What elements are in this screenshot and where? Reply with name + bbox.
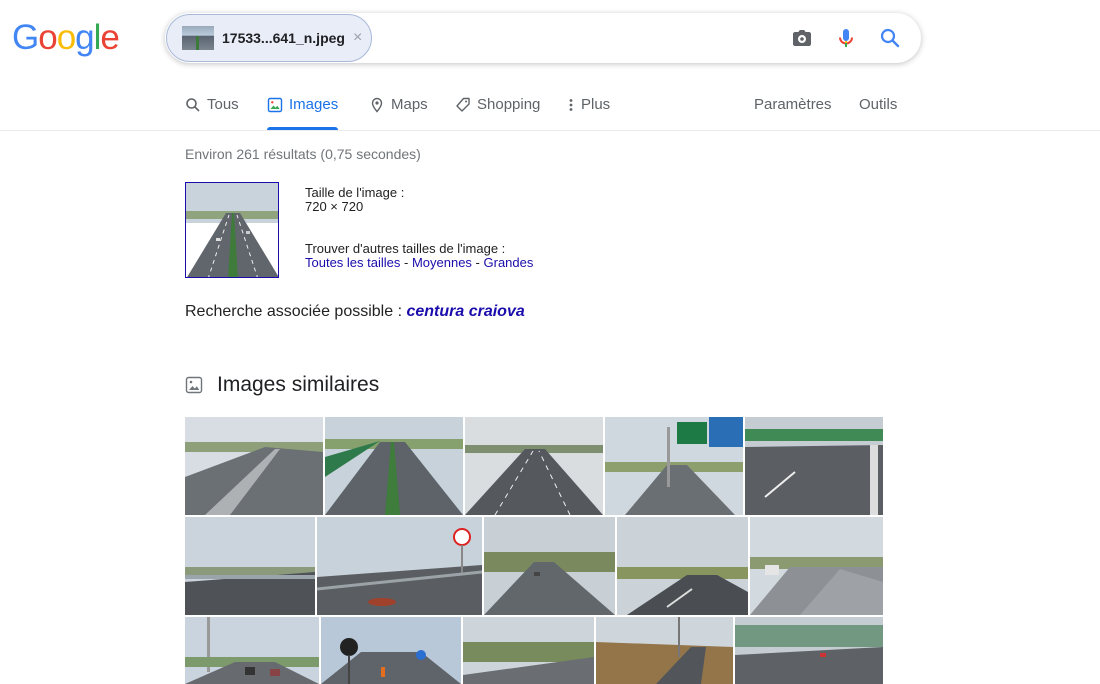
related-label: Recherche associée possible : [185,303,403,320]
logo-letter: e [100,18,119,57]
image-size-info: Taille de l'image : 720 × 720 [305,186,404,214]
similar-image[interactable] [321,617,461,684]
related-query-link[interactable]: centura craiova [406,303,524,320]
tab-all[interactable]: Tous [185,96,239,130]
large-sizes-link[interactable]: Grandes [484,255,534,270]
related-search: Recherche associée possible : centura cr… [185,303,525,321]
search-tabs: Tous Images Maps Shopping Plus Paramètre… [0,88,1100,131]
similar-image[interactable] [617,517,748,615]
search-box[interactable]: 17533...641_n.jpeg × [165,13,921,63]
similar-image[interactable] [596,617,733,684]
image-icon [267,97,283,113]
logo-letter: g [75,18,94,57]
map-pin-icon [371,97,383,113]
similar-image[interactable] [185,417,323,515]
size-links: Toutes les tailles - Moyennes - Grandes [305,256,533,270]
tab-maps[interactable]: Maps [369,96,428,130]
similar-image[interactable] [750,517,883,615]
tab-label: Images [289,96,339,113]
similar-images-title: Images similaires [217,373,380,396]
search-icon[interactable] [878,26,902,50]
logo-letter: l [93,18,102,57]
tab-shopping[interactable]: Shopping [455,96,540,130]
similar-image[interactable] [185,617,319,684]
tab-images[interactable]: Images [267,96,339,130]
logo-letter: o [38,18,57,57]
original-image-thumbnail[interactable] [185,182,279,278]
chip-thumbnail [182,26,214,50]
mic-icon[interactable] [834,26,858,50]
tools-link[interactable]: Outils [859,96,897,113]
similar-image[interactable] [317,517,482,615]
more-vert-icon [569,99,573,111]
similar-image[interactable] [735,617,883,684]
similar-image[interactable] [465,417,603,515]
similar-image[interactable] [185,517,315,615]
separator: - [400,255,412,270]
similar-image[interactable] [745,417,883,515]
chip-filename: 17533...641_n.jpeg [222,30,345,46]
settings-link[interactable]: Paramètres [754,96,832,113]
tab-label: Plus [581,96,611,113]
search-icon [186,98,200,112]
similar-images-header[interactable]: Images similaires [185,373,379,397]
tab-label: Maps [391,96,428,113]
all-sizes-link[interactable]: Toutes les tailles [305,255,400,270]
google-logo[interactable]: Google [12,18,120,58]
tag-icon [456,97,470,112]
medium-sizes-link[interactable]: Moyennes [412,255,472,270]
tab-more[interactable]: Plus [567,96,610,130]
tab-label: Tous [207,96,239,113]
similar-image[interactable] [484,517,615,615]
similar-image[interactable] [605,417,743,515]
similar-image[interactable] [463,617,594,684]
other-sizes-label: Trouver d'autres tailles de l'image : [305,241,506,256]
search-image-chip[interactable]: 17533...641_n.jpeg × [166,14,372,62]
tab-label: Shopping [477,96,541,113]
image-icon [185,376,203,394]
similar-image[interactable] [325,417,463,515]
size-label: Taille de l'image : [305,185,405,200]
other-sizes-info: Trouver d'autres tailles de l'image : To… [305,242,533,270]
result-stats: Environ 261 résultats (0,75 secondes) [185,146,421,162]
close-icon[interactable]: × [353,29,362,47]
logo-letter: o [56,18,76,57]
camera-icon[interactable] [790,26,814,50]
separator: - [471,255,484,270]
logo-letter: G [12,18,39,57]
size-value: 720 × 720 [305,199,364,214]
